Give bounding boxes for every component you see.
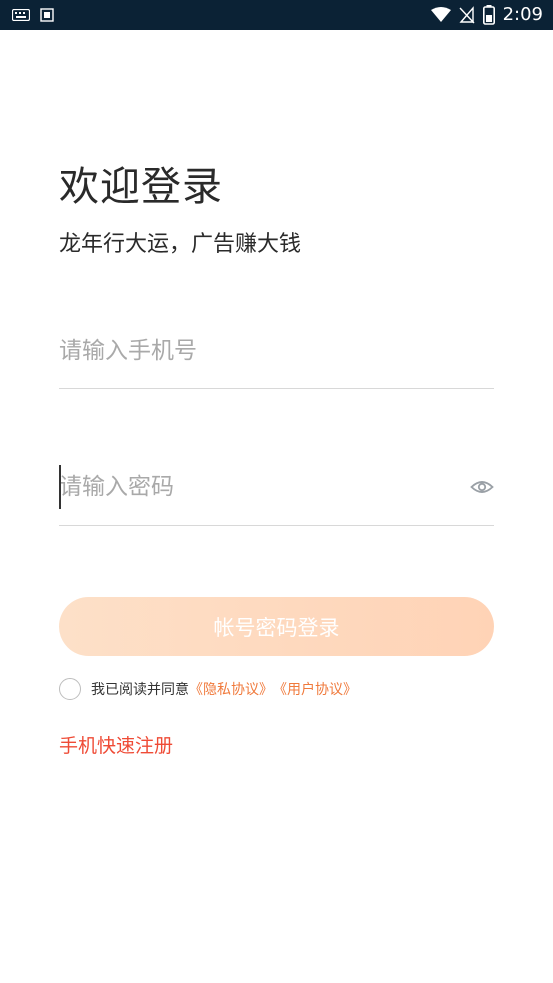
- page-subtitle: 龙年行大运，广告赚大钱: [59, 232, 302, 257]
- login-button[interactable]: 帐号密码登录: [59, 597, 494, 656]
- password-input[interactable]: [59, 465, 439, 509]
- page-title: 欢迎登录: [59, 164, 223, 210]
- password-field: [59, 465, 494, 526]
- agreement-text: 我已阅读并同意: [91, 682, 189, 698]
- status-bar: 2:09: [0, 0, 553, 30]
- privacy-policy-link[interactable]: 《隐私协议》: [189, 679, 273, 699]
- no-signal-icon: [459, 5, 475, 23]
- keyboard-icon: [12, 9, 30, 21]
- status-right-icons: 2:09: [430, 4, 543, 25]
- battery-icon: [482, 4, 495, 25]
- phone-field: [59, 329, 494, 389]
- status-left-icons: [12, 8, 54, 22]
- eye-icon[interactable]: [470, 475, 494, 499]
- status-time: 2:09: [502, 4, 543, 25]
- sim-icon: [40, 8, 54, 22]
- wifi-icon: [430, 6, 451, 22]
- text-caret: [59, 465, 61, 509]
- agreement-checkbox[interactable]: [59, 678, 81, 700]
- agreement-row: 我已阅读并同意 《隐私协议》 《用户协议》: [59, 678, 357, 700]
- user-agreement-link[interactable]: 《用户协议》: [273, 679, 357, 699]
- phone-input[interactable]: [59, 329, 439, 373]
- quick-register-link[interactable]: 手机快速注册: [59, 731, 173, 758]
